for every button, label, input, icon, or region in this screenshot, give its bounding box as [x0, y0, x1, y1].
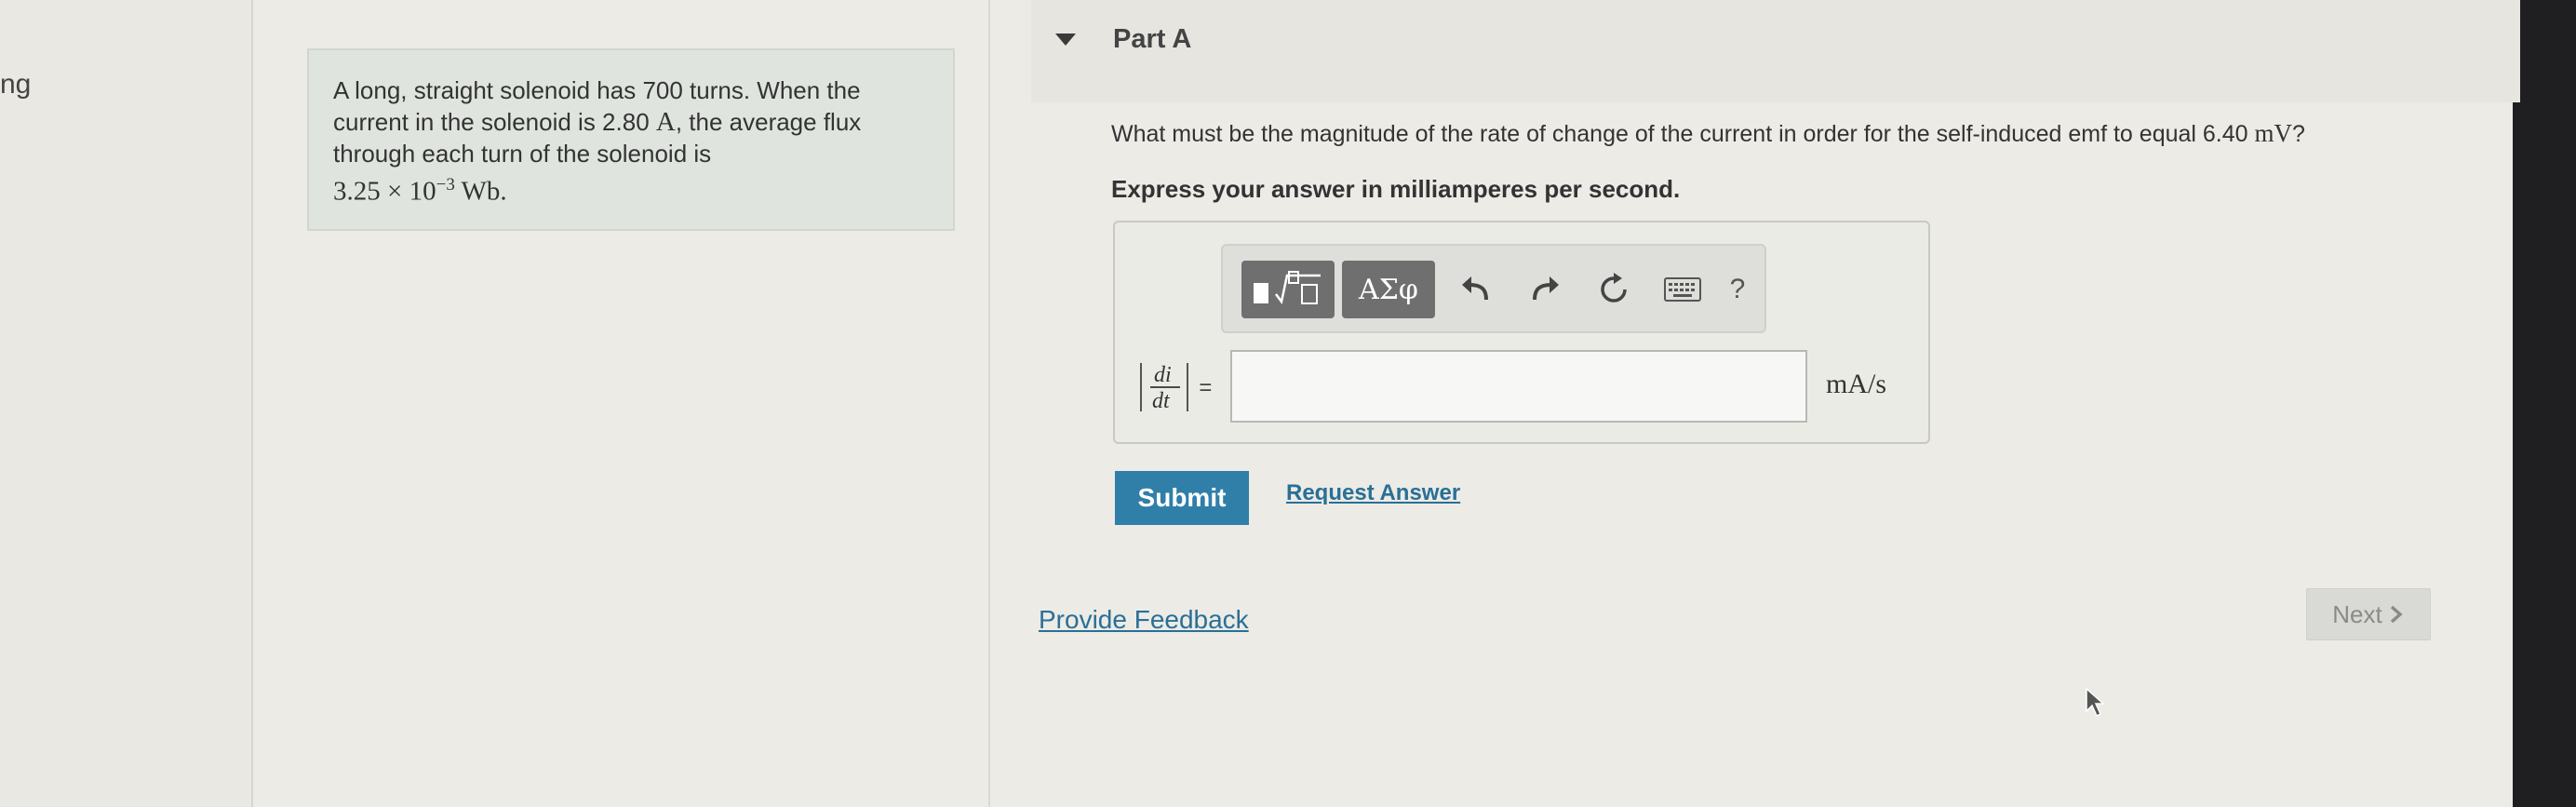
templates-button[interactable] — [1241, 261, 1335, 318]
request-answer-link[interactable]: Request Answer — [1286, 480, 1460, 506]
keyboard-icon — [1664, 277, 1701, 302]
answer-unit: mA/s — [1826, 369, 1887, 399]
problem-line-1: A long, straight solenoid has 700 turns.… — [333, 76, 861, 104]
undo-button[interactable] — [1448, 261, 1504, 318]
next-button-label: Next — [2332, 599, 2382, 628]
undo-icon — [1462, 276, 1488, 301]
templates-icon — [1254, 271, 1321, 304]
column-divider — [988, 0, 990, 807]
redo-icon — [1533, 276, 1559, 301]
redo-button[interactable] — [1517, 261, 1573, 318]
answer-input[interactable] — [1230, 350, 1807, 423]
flux-value: 3.25 × 10−3 Wb. — [333, 175, 507, 207]
left-edge-panel: ng — [0, 0, 253, 807]
problem-line-3: through each turn of the solenoid is — [333, 140, 712, 168]
part-title[interactable]: Part A — [1113, 24, 1191, 55]
derivative-denominator: dt — [1152, 389, 1171, 413]
question-text: What must be the magnitude of the rate o… — [1111, 119, 2305, 147]
submit-button[interactable]: Submit — [1115, 471, 1249, 525]
derivative-label: di dt = — [1137, 359, 1221, 420]
math-toolbar: ΑΣφ ? — [1221, 244, 1766, 333]
chevron-right-icon — [2390, 605, 2403, 624]
provide-feedback-link[interactable]: Provide Feedback — [1039, 605, 1249, 635]
reset-icon — [1601, 273, 1627, 303]
help-button[interactable]: ? — [1714, 261, 1761, 318]
part-header[interactable] — [1031, 0, 2520, 102]
collapse-caret-icon[interactable] — [1055, 34, 1076, 46]
next-button[interactable]: Next — [2306, 588, 2431, 640]
reset-button[interactable] — [1586, 261, 1642, 318]
greek-symbols-button[interactable]: ΑΣφ — [1342, 261, 1435, 318]
derivative-numerator: di — [1154, 363, 1172, 387]
equals-sign: = — [1199, 375, 1212, 400]
problem-line-2: current in the solenoid is 2.80 A, the a… — [333, 107, 862, 137]
answer-instruction: Express your answer in milliamperes per … — [1111, 175, 1681, 203]
screen-bezel — [2513, 0, 2576, 807]
mouse-cursor-icon — [2086, 687, 2105, 718]
keyboard-button[interactable] — [1655, 261, 1711, 318]
problem-statement: A long, straight solenoid has 700 turns.… — [307, 48, 955, 231]
left-edge-text: ng — [0, 69, 32, 100]
